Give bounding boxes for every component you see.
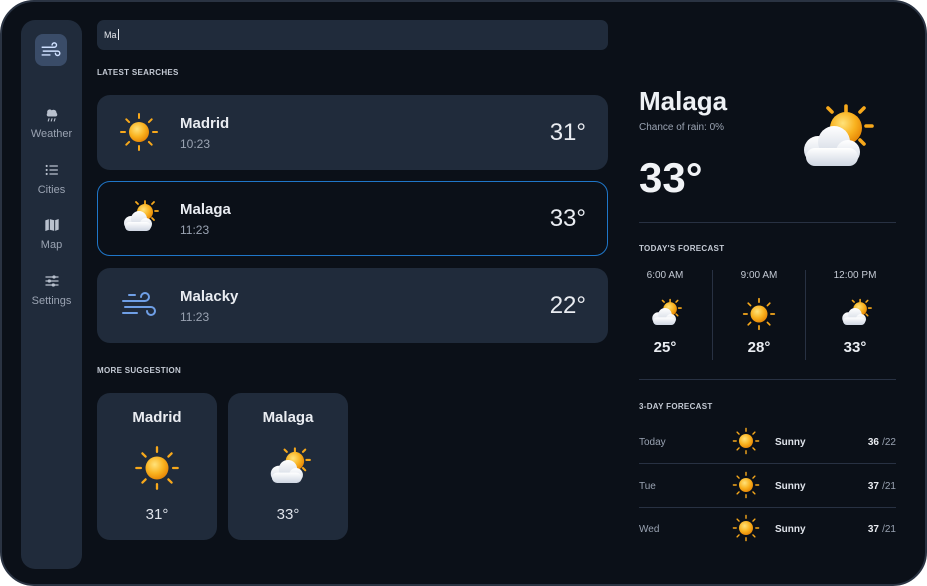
sidebar-item-label: Cities (37, 184, 66, 196)
sun-icon (134, 445, 180, 491)
result-temp: 33° (549, 205, 586, 232)
sliders-icon (21, 273, 82, 291)
result-time: 10:23 (180, 137, 211, 151)
wind-icon (119, 285, 159, 325)
suggestion-temp: 33° (276, 506, 300, 523)
hour-temp: 28° (747, 339, 771, 356)
day-condition: Sunny (775, 524, 806, 535)
hour-temp: 33° (843, 339, 867, 356)
hour-time: 6:00 AM (646, 270, 684, 281)
sidebar-item-label: Settings (31, 295, 72, 307)
three-day-forecast-heading: 3-DAY FORECAST (639, 402, 713, 411)
divider (639, 222, 896, 223)
more-suggestion-heading: MORE SUGGESTION (97, 366, 182, 375)
todays-forecast-heading: TODAY'S FORECAST (639, 244, 725, 253)
sun-icon (742, 297, 776, 331)
day-low: /21 (882, 481, 896, 492)
hour-temp: 25° (653, 339, 677, 356)
result-time: 11:23 (180, 223, 210, 237)
search-input[interactable]: Ma (97, 20, 608, 50)
partly-cloudy-icon (788, 100, 880, 180)
result-time: 11:23 (180, 310, 210, 324)
app-logo[interactable] (35, 34, 67, 66)
day-condition: Sunny (775, 437, 806, 448)
partly-cloudy-icon (838, 297, 872, 331)
sun-icon (732, 514, 760, 542)
suggestion-city: Madrid (132, 409, 182, 426)
day-high: 37 (867, 524, 879, 535)
hourly-forecast-item: 9:00 AM 28° (712, 270, 806, 356)
sun-icon (732, 471, 760, 499)
result-temp: 31° (549, 119, 586, 146)
suggestion-city: Malaga (262, 409, 314, 426)
current-city: Malaga (639, 86, 728, 116)
result-city: Malacky (180, 288, 239, 305)
chance-of-rain: Chance of rain: 0% (639, 122, 725, 133)
divider (805, 270, 806, 360)
result-city: Malaga (180, 201, 231, 218)
sidebar: Weather Cities Map Settings (21, 20, 82, 569)
day-high: 37 (867, 481, 879, 492)
list-icon (21, 162, 82, 180)
suggestion-card-madrid[interactable]: Madrid 31° (97, 393, 217, 540)
partly-cloudy-icon (265, 445, 311, 491)
day-high: 36 (867, 437, 879, 448)
divider (639, 507, 896, 508)
divider (639, 463, 896, 464)
sidebar-item-map[interactable]: Map (21, 217, 82, 251)
hour-time: 12:00 PM (833, 270, 877, 281)
day-low: /22 (882, 437, 896, 448)
search-result-malaga[interactable]: Malaga 11:23 33° (97, 181, 608, 256)
current-temp: 33° (639, 154, 703, 201)
day-name: Tue (639, 481, 656, 492)
sidebar-item-label: Map (40, 239, 63, 251)
search-input-value[interactable]: Ma (104, 29, 119, 40)
day-name: Today (639, 437, 666, 448)
hourly-forecast-item: 12:00 PM 33° (808, 270, 902, 356)
result-city: Madrid (180, 115, 230, 132)
hourly-forecast-item: 6:00 AM 25° (618, 270, 712, 356)
suggestion-temp: 31° (145, 506, 169, 523)
wind-logo-icon (41, 42, 61, 57)
sidebar-item-weather[interactable]: Weather (21, 106, 82, 140)
daily-forecast-row: Wed Sunny 37 /21 (639, 514, 896, 556)
sun-icon (732, 427, 760, 455)
sidebar-item-label: Weather (30, 128, 73, 140)
day-low: /21 (882, 524, 896, 535)
cloud-rain-icon (21, 106, 82, 124)
text-caret (117, 29, 119, 40)
sidebar-item-cities[interactable]: Cities (21, 162, 82, 196)
hour-time: 9:00 AM (740, 270, 778, 281)
map-icon (21, 217, 82, 235)
latest-searches-heading: LATEST SEARCHES (97, 68, 179, 77)
app-frame: Weather Cities Map Settings Ma LATEST SE… (0, 0, 927, 586)
result-temp: 22° (549, 292, 586, 319)
day-condition: Sunny (775, 481, 806, 492)
search-result-malacky[interactable]: Malacky 11:23 22° (97, 268, 608, 343)
sidebar-item-settings[interactable]: Settings (21, 273, 82, 307)
day-name: Wed (639, 524, 660, 535)
search-result-madrid[interactable]: Madrid 10:23 31° (97, 95, 608, 170)
partly-cloudy-icon (119, 198, 159, 238)
suggestion-card-malaga[interactable]: Malaga 33° (228, 393, 348, 540)
divider (639, 379, 896, 380)
sun-icon (119, 112, 159, 152)
partly-cloudy-icon (648, 297, 682, 331)
